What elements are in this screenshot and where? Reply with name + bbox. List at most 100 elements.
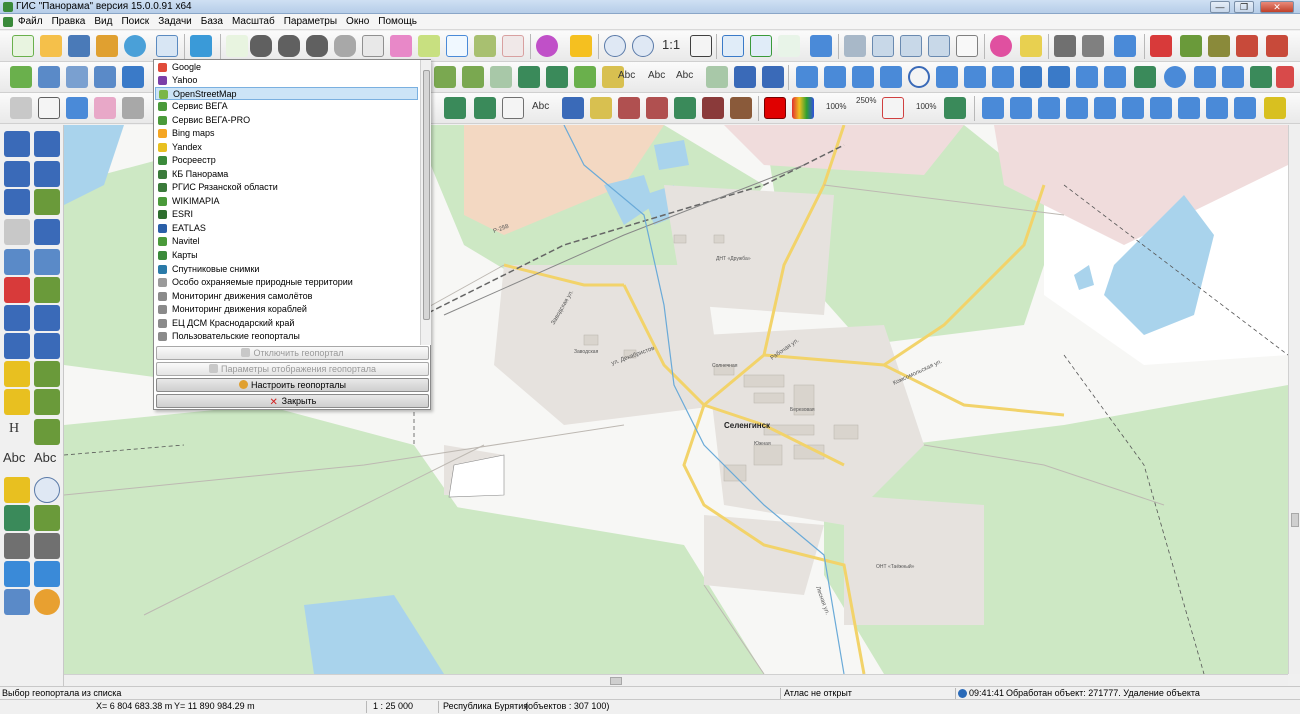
geoportal-item[interactable]: ESRI — [155, 208, 418, 221]
geoportal-item[interactable]: Спутниковые снимки — [155, 263, 418, 276]
envelope-icon[interactable] — [1236, 35, 1258, 57]
arc-icon[interactable] — [936, 66, 958, 88]
image-file-icon[interactable] — [502, 97, 524, 119]
snap-2-icon[interactable] — [1010, 97, 1032, 119]
color-palette-icon[interactable] — [792, 97, 814, 119]
snap-3-icon[interactable] — [1038, 97, 1060, 119]
node-add-icon[interactable] — [4, 305, 30, 331]
zoom-250-button[interactable]: 250% — [856, 96, 876, 105]
menu-search[interactable]: Поиск — [121, 16, 149, 27]
map-window-3-icon[interactable] — [928, 35, 950, 57]
geoportal-item[interactable]: Navitel — [155, 235, 418, 248]
key-icon[interactable] — [1020, 35, 1042, 57]
snap-4-icon[interactable] — [1066, 97, 1088, 119]
stack-2-icon[interactable] — [34, 533, 60, 559]
select-check-icon[interactable] — [474, 35, 496, 57]
node-icon[interactable] — [796, 66, 818, 88]
tool-d-icon[interactable] — [518, 66, 540, 88]
snap-6-icon[interactable] — [1122, 97, 1144, 119]
back-arrow-icon[interactable] — [778, 35, 800, 57]
menu-edit[interactable]: Правка — [52, 16, 86, 27]
menu-tasks[interactable]: Задачи — [158, 16, 192, 27]
abc-left-tool[interactable]: Abc — [3, 450, 25, 465]
cut-object-icon[interactable] — [122, 66, 144, 88]
node-arrow-icon[interactable] — [852, 66, 874, 88]
color-wheel-icon[interactable] — [990, 35, 1012, 57]
menu-view[interactable]: Вид — [94, 16, 112, 27]
close-window-button[interactable]: ✕ — [1260, 1, 1294, 13]
menu-help[interactable]: Помощь — [378, 16, 417, 27]
zoom-out-icon[interactable] — [604, 35, 626, 57]
measure-circle-icon[interactable] — [1164, 66, 1186, 88]
undo-icon[interactable] — [4, 561, 30, 587]
geoportal-item[interactable]: Сервис ВЕГА-PRO — [155, 114, 418, 127]
delete-x-icon[interactable] — [4, 277, 30, 303]
legend-icon[interactable] — [956, 35, 978, 57]
draw-pencil-2-icon[interactable] — [34, 131, 60, 157]
binoculars-next-icon[interactable] — [306, 35, 328, 57]
select-object-icon[interactable] — [390, 35, 412, 57]
menu-database[interactable]: База — [201, 16, 223, 27]
tool-b-icon[interactable] — [462, 66, 484, 88]
open-map-icon[interactable] — [40, 35, 62, 57]
zoom-frame-icon[interactable] — [882, 97, 904, 119]
zoom-100-alt-button[interactable]: 100% — [916, 102, 936, 111]
zoom-100-button[interactable]: 100% — [826, 102, 846, 111]
split-2-icon[interactable] — [34, 249, 60, 275]
snap-10-icon[interactable] — [1234, 97, 1256, 119]
node-move-icon[interactable] — [34, 305, 60, 331]
abc-tool-1[interactable]: Abc — [618, 70, 635, 81]
tool-a-icon[interactable] — [434, 66, 456, 88]
angle-icon[interactable] — [1194, 66, 1216, 88]
object-brown-icon[interactable] — [730, 97, 752, 119]
rotate-icon[interactable] — [964, 66, 986, 88]
object-select-2-icon[interactable] — [34, 389, 60, 415]
frame-x-icon[interactable] — [1276, 66, 1294, 88]
ruler-2-icon[interactable] — [4, 361, 30, 387]
close-dropdown-button[interactable]: ✕ Закрыть — [156, 394, 429, 408]
menu-scale[interactable]: Масштаб — [232, 16, 275, 27]
network-icon[interactable] — [844, 35, 866, 57]
menu-file[interactable]: Файл — [18, 16, 43, 27]
geoportal-item[interactable]: Bing maps — [155, 127, 418, 140]
text-edit-icon[interactable] — [562, 97, 584, 119]
tool-c-icon[interactable] — [490, 66, 512, 88]
geoportal-item[interactable]: РГИС Рязанской области — [155, 181, 418, 194]
help-pointer-icon[interactable] — [1114, 35, 1136, 57]
system-menu-icon[interactable] — [3, 17, 13, 27]
apply-check-icon[interactable] — [750, 35, 772, 57]
snap-7-icon[interactable] — [1150, 97, 1172, 119]
geoportal-item[interactable]: EATLAS — [155, 222, 418, 235]
split-line-2-icon[interactable] — [1104, 66, 1126, 88]
tool-h-icon[interactable] — [706, 66, 728, 88]
node-cross-icon[interactable] — [824, 66, 846, 88]
map-window-2-icon[interactable] — [900, 35, 922, 57]
zoom-object-icon[interactable] — [34, 477, 60, 503]
open-data-icon[interactable] — [68, 35, 90, 57]
cursor-tool-icon[interactable] — [618, 97, 640, 119]
draw-line-2-icon[interactable] — [4, 161, 30, 187]
menu-window[interactable]: Окно — [346, 16, 369, 27]
cut-icon[interactable] — [38, 66, 60, 88]
object-red-icon[interactable] — [1180, 35, 1202, 57]
maximize-button[interactable]: ❐ — [1234, 1, 1254, 13]
map-vertical-scrollbar[interactable] — [1288, 125, 1300, 674]
split-icon[interactable] — [66, 66, 88, 88]
minimize-button[interactable]: — — [1210, 1, 1230, 13]
geoportal-display-params-button[interactable]: Параметры отображения геопортала — [156, 362, 429, 376]
geoportal-item[interactable]: Росреестр — [155, 154, 418, 167]
grid-icon[interactable] — [66, 97, 88, 119]
geoportal-item[interactable]: Google — [155, 61, 418, 74]
new-map-icon[interactable] — [12, 35, 34, 57]
star-icon[interactable] — [34, 219, 60, 245]
menu-parameters[interactable]: Параметры — [284, 16, 337, 27]
envelope-x-icon[interactable] — [1266, 35, 1288, 57]
fill-2-icon[interactable] — [1048, 66, 1070, 88]
geoportal-list-scrollbar[interactable] — [420, 60, 431, 345]
settings-gear-icon[interactable] — [34, 589, 60, 615]
palette-icon[interactable] — [536, 35, 558, 57]
abc-tool-4[interactable]: Abc — [532, 101, 549, 112]
geoportal-item[interactable]: Пользовательские геопорталы — [155, 330, 418, 343]
h-tool-label[interactable]: H — [9, 421, 19, 437]
geoportal-item[interactable]: ЕЦ ДСМ Краснодарский край — [155, 317, 418, 330]
